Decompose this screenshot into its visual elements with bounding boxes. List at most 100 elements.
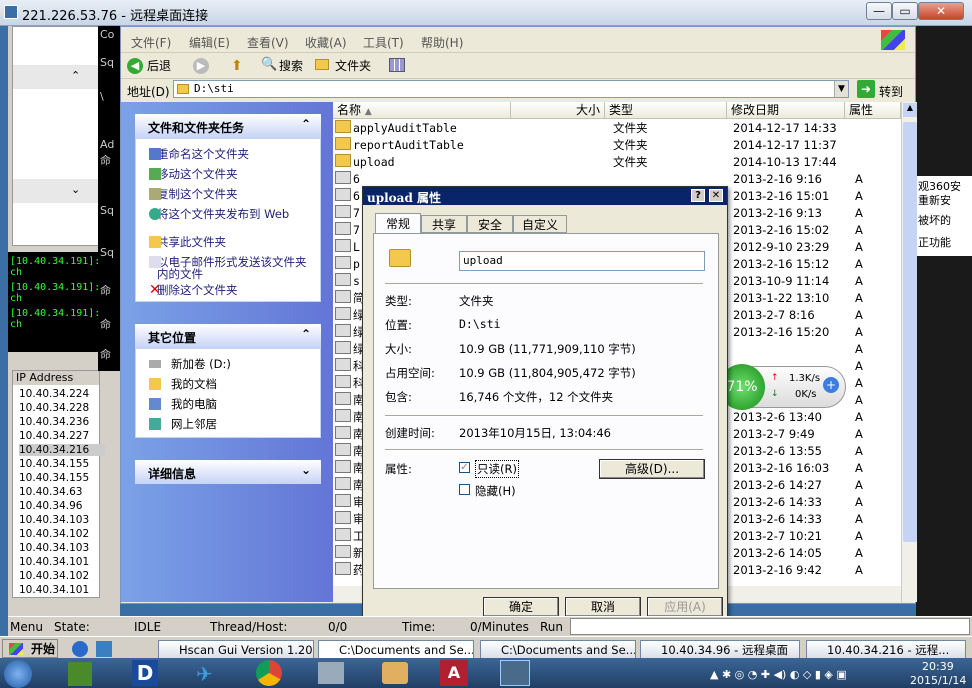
chevron-down-icon[interactable]: ▼ <box>834 81 848 97</box>
tab-custom[interactable]: 自定义 <box>513 215 567 233</box>
menu-favorites[interactable]: 收藏(A) <box>305 34 347 51</box>
rdp-task-icon[interactable] <box>500 660 530 686</box>
menu-edit[interactable]: 编辑(E) <box>189 34 230 51</box>
ie2-icon[interactable] <box>96 641 112 657</box>
task-publish[interactable]: 将这个文件夹发布到 Web <box>157 208 307 220</box>
apply-button[interactable]: 应用(A) <box>647 597 723 617</box>
place-my-computer[interactable]: 我的电脑 <box>171 398 217 410</box>
ip-row-selected[interactable]: 10.40.34.216 <box>19 444 105 456</box>
menu-tools[interactable]: 工具(T) <box>363 34 404 51</box>
go-arrow-icon[interactable]: ➜ <box>857 80 875 98</box>
place-network[interactable]: 网上邻居 <box>171 418 217 430</box>
address-field[interactable]: D:\sti ▼ <box>173 80 849 98</box>
scroll-thumb[interactable] <box>903 122 917 542</box>
readonly-checkbox[interactable]: ✓ <box>459 462 470 473</box>
col-attr[interactable]: 属性 <box>845 102 901 119</box>
taskbar-button-rdp2[interactable]: 10.40.34.216 - 远程... <box>806 640 966 660</box>
taskbar-button-rdp1[interactable]: 10.40.34.96 - 远程桌面 <box>640 640 800 660</box>
bird-icon[interactable]: ✈ <box>196 662 220 686</box>
ip-row[interactable]: 10.40.34.227 <box>19 430 105 442</box>
plus-icon[interactable]: + <box>823 377 839 393</box>
task-share[interactable]: 共享此文件夹 <box>157 236 226 248</box>
menu-view[interactable]: 查看(V) <box>247 34 289 51</box>
go-button[interactable]: 转到 <box>879 83 903 100</box>
collapse-icon[interactable]: ⌃ <box>301 117 311 131</box>
file-row[interactable]: applyAuditTable 文件夹 2014-12-17 14:33 <box>333 120 901 137</box>
menu-help[interactable]: 帮助(H) <box>421 34 463 51</box>
place-drive-d[interactable]: 新加卷 (D:) <box>171 358 231 370</box>
readonly-label[interactable]: 只读(R) <box>475 460 519 478</box>
forward-arrow-icon[interactable]: ▶ <box>193 58 209 74</box>
ip-row[interactable]: 10.40.34.103 <box>19 514 105 526</box>
col-type[interactable]: 类型 <box>605 102 727 119</box>
folder-icon[interactable] <box>382 662 408 684</box>
clock-time[interactable]: 20:39 <box>922 660 954 673</box>
menu-file[interactable]: 文件(F) <box>131 34 171 51</box>
chevron-down-icon[interactable]: ⌄ <box>71 183 80 196</box>
advanced-button[interactable]: 高级(D)... <box>599 459 705 479</box>
tab-sharing[interactable]: 共享 <box>421 215 467 233</box>
cancel-button[interactable]: 取消 <box>565 597 641 617</box>
expand-icon[interactable]: ⌄ <box>301 463 311 477</box>
file-tasks-header[interactable]: 文件和文件夹任务 ⌃ <box>135 114 321 138</box>
task-rename[interactable]: 重命名这个文件夹 <box>157 148 249 160</box>
back-arrow-icon[interactable]: ◀ <box>127 58 143 74</box>
chevron-up-icon[interactable]: ⌃ <box>71 69 80 82</box>
network-speed-widget[interactable]: 71% ↑ 1.3K/s ↓ 0K/s + <box>719 364 846 410</box>
file-row[interactable]: reportAuditTable 文件夹 2014-12-17 11:37 <box>333 137 901 154</box>
hidden-checkbox[interactable] <box>459 484 470 495</box>
task-email[interactable]: 以电子邮件形式发送该文件夹内的文件 <box>157 256 307 280</box>
restore-button[interactable]: ▭ <box>892 2 918 20</box>
taskbar-button-cmd1[interactable]: C:\Documents and Se... <box>318 640 474 660</box>
views-icon[interactable] <box>389 58 405 72</box>
ip-row[interactable]: 10.40.34.102 <box>19 570 105 582</box>
back-button[interactable]: 后退 <box>147 57 171 74</box>
notepad-icon[interactable] <box>318 662 344 684</box>
hidden-label[interactable]: 隐藏(H) <box>475 483 516 499</box>
task-move[interactable]: 移动这个文件夹 <box>157 168 238 180</box>
folder-icon[interactable] <box>315 59 329 70</box>
taskbar-button-cmd2[interactable]: C:\Documents and Se... <box>480 640 636 660</box>
ip-row[interactable]: 10.40.34.103 <box>19 542 105 554</box>
col-name[interactable]: 名称 ▲ <box>333 102 511 119</box>
scroll-up-icon[interactable]: ▲ <box>903 103 917 117</box>
close-button[interactable]: ✕ <box>918 2 964 20</box>
start-button[interactable]: 开始 <box>2 639 58 658</box>
folders-button[interactable]: 文件夹 <box>335 57 371 74</box>
tab-general[interactable]: 常规 <box>375 213 421 233</box>
minecraft-icon[interactable] <box>68 662 92 686</box>
dialog-close-button[interactable]: ✕ <box>709 189 723 202</box>
d-app-icon[interactable]: D <box>132 660 158 686</box>
ip-row[interactable]: 10.40.34.224 <box>19 388 105 400</box>
tray-icons[interactable]: ▲ ✱ ◎ ◔ ✚ ◀) ◐ ◇ ▮ ◈ ▣ <box>710 668 847 681</box>
other-places-header[interactable]: 其它位置 ⌃ <box>135 324 321 348</box>
details-header[interactable]: 详细信息 ⌄ <box>135 460 321 484</box>
tab-security[interactable]: 安全 <box>467 215 513 233</box>
task-copy[interactable]: 复制这个文件夹 <box>157 188 238 200</box>
taskbar-button-hscan[interactable]: Hscan Gui Version 1.20 <box>158 640 314 660</box>
ip-row[interactable]: 10.40.34.155 <box>19 472 105 484</box>
ip-row[interactable]: 10.40.34.102 <box>19 528 105 540</box>
ok-button[interactable]: 确定 <box>483 597 559 617</box>
minimize-button[interactable]: — <box>866 2 892 20</box>
ip-row[interactable]: 10.40.34.155 <box>19 458 105 470</box>
col-modified[interactable]: 修改日期 <box>727 102 845 119</box>
file-row[interactable]: upload 文件夹 2014-10-13 17:44 <box>333 154 901 171</box>
ie-icon[interactable] <box>72 641 88 657</box>
ip-row[interactable]: 10.40.34.63 <box>19 486 105 498</box>
ip-row[interactable]: 10.40.34.101 <box>19 584 105 596</box>
folder-name-input[interactable]: upload <box>459 251 705 271</box>
ip-row[interactable]: 10.40.34.228 <box>19 402 105 414</box>
clock-date[interactable]: 2015/1/14 <box>910 674 966 687</box>
command-input[interactable] <box>570 618 970 635</box>
menu-button[interactable]: Menu <box>10 620 43 634</box>
start-orb-icon[interactable] <box>4 660 32 688</box>
ip-row[interactable]: 10.40.34.236 <box>19 416 105 428</box>
col-size[interactable]: 大小 <box>511 102 605 119</box>
place-my-documents[interactable]: 我的文档 <box>171 378 217 390</box>
up-folder-icon[interactable]: ⬆ <box>231 58 245 74</box>
ip-row[interactable]: 10.40.34.101 <box>19 556 105 568</box>
chrome-icon[interactable] <box>256 660 282 686</box>
ip-row[interactable]: 10.40.34.96 <box>19 500 105 512</box>
search-icon[interactable]: 🔍 <box>261 57 277 72</box>
